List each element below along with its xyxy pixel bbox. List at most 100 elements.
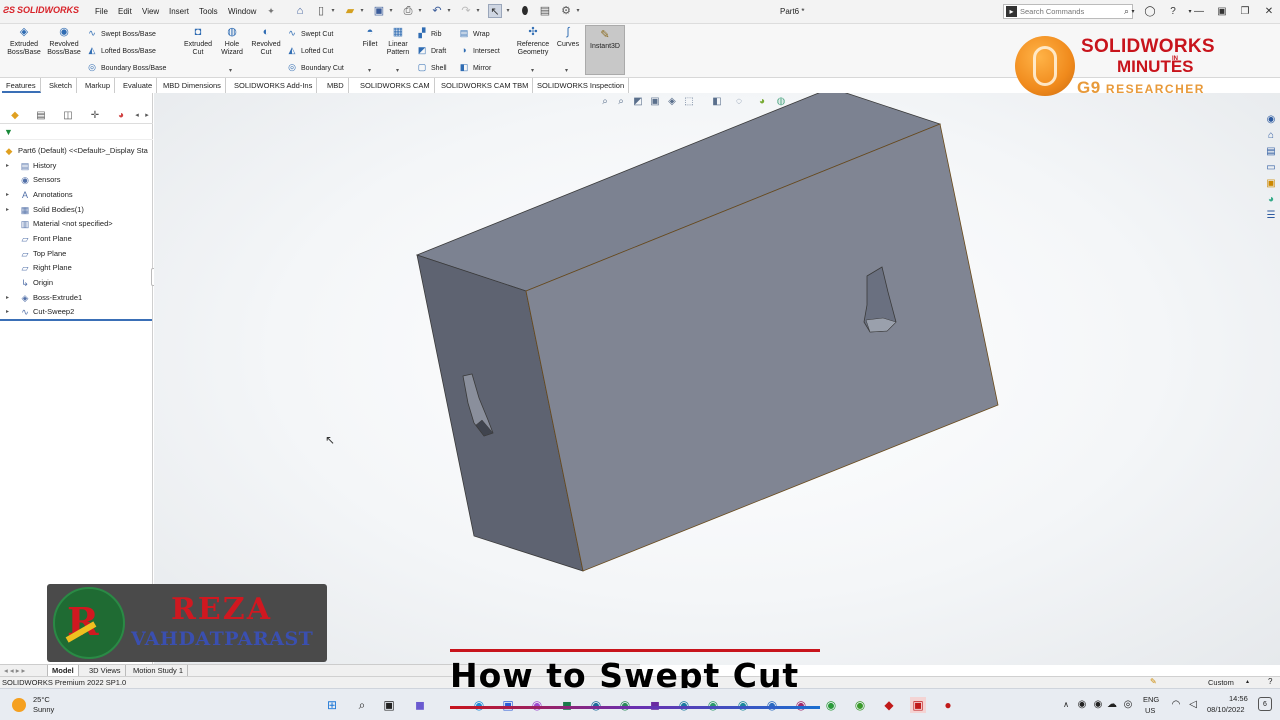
search-scope-icon[interactable]: ▸ xyxy=(1006,6,1017,17)
user-icon[interactable]: ◯ xyxy=(1143,5,1157,19)
tree-item-cut-sweep2[interactable]: ▸ ∿ Cut-Sweep2 xyxy=(0,305,153,319)
close-icon[interactable]: ✕ xyxy=(1262,5,1276,19)
status-bar-help-icon[interactable]: ? xyxy=(1268,677,1272,686)
design-library-icon[interactable]: ⌂ xyxy=(1264,129,1278,143)
select-icon[interactable]: ↖ xyxy=(488,4,502,18)
options-dropdown-icon[interactable]: ▾ xyxy=(575,4,581,18)
lofted-cut-button[interactable]: ◭ Lofted Cut xyxy=(286,44,334,56)
file-properties-icon[interactable]: ▤ xyxy=(538,4,552,18)
mirror-button[interactable]: ◧ Mirror xyxy=(458,61,492,73)
app-icon-11[interactable]: ◉ xyxy=(793,697,809,713)
app-icon-5[interactable]: ◉ xyxy=(617,697,633,713)
app-icon-10[interactable]: ◉ xyxy=(764,697,780,713)
menu-view[interactable]: View xyxy=(142,7,159,16)
wrap-button[interactable]: ▤ Wrap xyxy=(458,27,490,39)
edge-icon[interactable]: ◉ xyxy=(471,697,487,713)
pin-icon[interactable]: ✦ xyxy=(264,4,278,18)
expand-icon[interactable]: ▸ xyxy=(6,305,12,319)
rebuild-status-icon[interactable]: ✎ xyxy=(1150,677,1157,686)
tree-item-material[interactable]: ▥ Material <not specified> xyxy=(0,217,153,231)
sun-icon[interactable] xyxy=(12,698,26,712)
show-hidden-icons[interactable]: ∧ xyxy=(1058,697,1074,713)
tree-item-top-plane[interactable]: ▱ Top Plane xyxy=(0,247,153,261)
tree-item-right-plane[interactable]: ▱ Right Plane xyxy=(0,261,153,275)
acrobat-icon[interactable]: ◆ xyxy=(881,697,897,713)
windows-start-icon[interactable]: ⊞ xyxy=(324,697,340,713)
tab-markup[interactable]: Markup xyxy=(81,78,116,93)
print-dropdown-icon[interactable]: ▾ xyxy=(417,4,423,18)
tree-item-annotations[interactable]: ▸ A Annotations xyxy=(0,188,153,202)
save-icon[interactable]: ▣ xyxy=(372,4,386,18)
tab-inspection[interactable]: SOLIDWORKS Inspection xyxy=(533,78,630,93)
graphics-area[interactable]: ⌕ ⌕ ◩ ▣ ◈ ⬚ ◧ ◌ ◕ ◍ ▭ ◉ ⌂ ▤ ▭ ▣ ◕ ☰ ↖ xyxy=(154,93,1280,665)
fillet-dropdown-icon[interactable]: ▾ xyxy=(368,67,371,74)
reference-geometry-button[interactable]: ✣ Reference Geometry xyxy=(514,26,552,57)
input-region[interactable]: US xyxy=(1145,706,1155,715)
cloud-icon[interactable]: ☁ xyxy=(1104,697,1120,713)
rollback-bar[interactable] xyxy=(0,319,152,321)
instant3d-button[interactable]: ✎ Instant3D xyxy=(585,25,625,75)
tree-item-history[interactable]: ▸ ▤ History xyxy=(0,159,153,173)
undo-dropdown-icon[interactable]: ▾ xyxy=(446,4,452,18)
linear-pattern-button[interactable]: ▦ Linear Pattern xyxy=(382,26,414,57)
redo-icon[interactable]: ↷ xyxy=(459,4,473,18)
search-commands[interactable]: ▸ ⌕ xyxy=(1003,4,1133,19)
extruded-boss-button[interactable]: ◈ Extruded Boss/Base xyxy=(5,26,43,57)
folder-icon[interactable]: ▭ xyxy=(1264,161,1278,175)
home-icon[interactable]: ⌂ xyxy=(293,4,307,18)
display-manager-icon[interactable]: ◕ xyxy=(114,109,128,123)
tab-evaluate[interactable]: Evaluate xyxy=(119,78,158,93)
menu-edit[interactable]: Edit xyxy=(118,7,132,16)
part-model[interactable] xyxy=(154,93,1280,665)
notification-badge[interactable]: 6 xyxy=(1258,697,1272,711)
task-view-icon[interactable]: ▣ xyxy=(381,697,397,713)
app-icon-2[interactable]: ◉ xyxy=(529,697,545,713)
solidworks-logo[interactable]: ƧS SOLIDWORKS xyxy=(3,5,79,15)
appearances-icon[interactable]: ◕ xyxy=(1264,193,1278,207)
menu-insert[interactable]: Insert xyxy=(169,7,189,16)
menu-file[interactable]: File xyxy=(95,7,108,16)
hole-wizard-button[interactable]: ◍ Hole Wizard xyxy=(215,26,249,57)
clock-time[interactable]: 14:56 xyxy=(1229,694,1248,703)
revolved-boss-button[interactable]: ◉ Revolved Boss/Base xyxy=(45,26,83,57)
units-dropdown-icon[interactable]: ▴ xyxy=(1246,678,1249,685)
tree-item-boss-extrude1[interactable]: ▸ ◈ Boss-Extrude1 xyxy=(0,291,153,305)
curves-dropdown-icon[interactable]: ▾ xyxy=(565,67,568,74)
redo-dropdown-icon[interactable]: ▾ xyxy=(475,4,481,18)
lofted-boss-button[interactable]: ◭ Lofted Boss/Base xyxy=(86,44,156,56)
new-document-icon[interactable]: ▯ xyxy=(314,4,328,18)
expand-icon[interactable]: ▸ xyxy=(6,159,12,173)
revolved-cut-button[interactable]: ◐ Revolved Cut xyxy=(248,26,284,57)
tab-mbd-dimensions[interactable]: MBD Dimensions xyxy=(159,78,226,93)
volume-icon[interactable]: ◁ xyxy=(1185,697,1201,713)
app-icon-8[interactable]: ◉ xyxy=(705,697,721,713)
intersect-button[interactable]: ◑ Intersect xyxy=(458,44,500,56)
tray-icon[interactable]: ◎ xyxy=(1120,697,1136,713)
reference-geometry-dropdown-icon[interactable]: ▾ xyxy=(531,67,534,74)
boundary-boss-button[interactable]: ◎ Boundary Boss/Base xyxy=(86,61,166,73)
app-icon-4[interactable]: ◉ xyxy=(588,697,604,713)
wifi-icon[interactable]: ◠ xyxy=(1168,697,1184,713)
new-dropdown-icon[interactable]: ▾ xyxy=(330,4,336,18)
tree-item-origin[interactable]: ↳ Origin xyxy=(0,276,153,290)
app-tray-icon[interactable]: ◉ xyxy=(1074,697,1090,713)
teams-chat-icon[interactable]: ◼ xyxy=(412,697,428,713)
file-explorer-icon[interactable]: ▤ xyxy=(1264,145,1278,159)
expand-icon[interactable]: ▸ xyxy=(6,291,12,305)
restore-icon[interactable]: ❐ xyxy=(1238,5,1252,19)
input-language[interactable]: ENG xyxy=(1143,695,1159,704)
unit-system[interactable]: Custom xyxy=(1208,678,1234,687)
weather-temperature[interactable]: 25°C xyxy=(33,695,50,704)
hole-wizard-dropdown-icon[interactable]: ▾ xyxy=(229,67,232,74)
solidworks-resources-icon[interactable]: ◉ xyxy=(1264,113,1278,127)
fillet-button[interactable]: ◓ Fillet xyxy=(359,26,381,49)
tree-item-sensors[interactable]: ◉ Sensors xyxy=(0,173,153,187)
search-input[interactable] xyxy=(1020,6,1116,17)
app-icon-6[interactable]: ◼ xyxy=(647,697,663,713)
open-icon[interactable]: ▰ xyxy=(343,4,357,18)
filter-icon[interactable]: ▼ xyxy=(4,127,13,137)
draft-button[interactable]: ◩ Draft xyxy=(416,44,446,56)
tab-features[interactable]: Features xyxy=(2,78,41,93)
undo-icon[interactable]: ↶ xyxy=(430,4,444,18)
view-palette-icon[interactable]: ▣ xyxy=(1264,177,1278,191)
